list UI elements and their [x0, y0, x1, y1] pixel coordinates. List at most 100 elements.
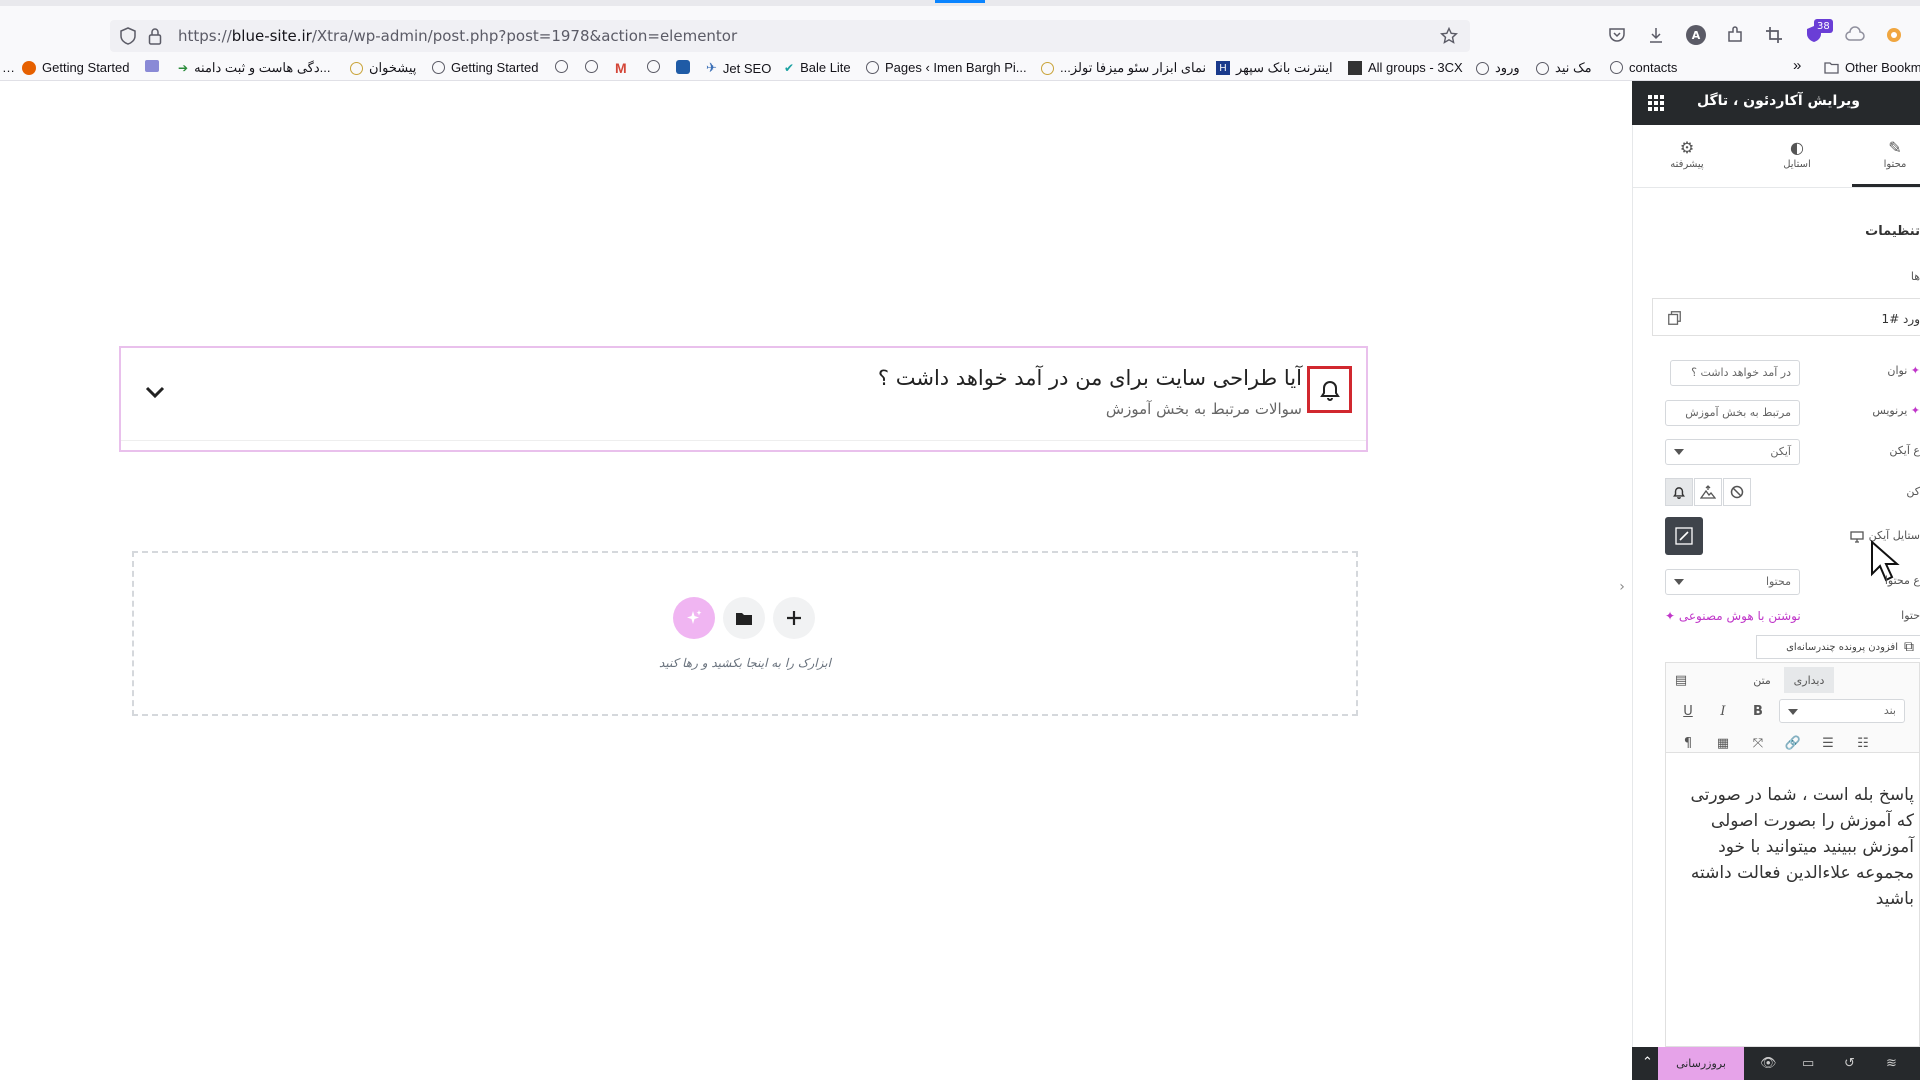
- pencil-icon: ✎: [1888, 138, 1902, 157]
- icon-choice-none[interactable]: [1723, 478, 1751, 506]
- responsive-mode-icon[interactable]: ▭: [1802, 1056, 1814, 1071]
- upload-image-icon: [1700, 485, 1716, 499]
- toolbar-toggle-icon[interactable]: ▦: [1712, 732, 1734, 754]
- format-select[interactable]: بند: [1779, 699, 1905, 723]
- bookmark-item[interactable]: ✈ Jet SEO: [706, 60, 771, 76]
- ordered-list-icon[interactable]: ☰: [1817, 732, 1839, 754]
- repeater-item-title[interactable]: ورد #1: [1882, 312, 1920, 326]
- bookmark-item[interactable]: contacts: [1610, 60, 1677, 75]
- italic-icon[interactable]: I: [1712, 700, 1734, 722]
- pocket-icon[interactable]: [1608, 26, 1626, 44]
- gear-extension-icon[interactable]: [1884, 25, 1904, 45]
- globe-icon: [432, 61, 445, 74]
- shield-icon[interactable]: [120, 27, 136, 45]
- account-avatar-icon[interactable]: A: [1686, 25, 1706, 45]
- other-bookmarks[interactable]: Other Bookm: [1824, 60, 1920, 75]
- accordion-title[interactable]: آیا طراحی سایت برای من در آمد خواهد داشت…: [878, 366, 1302, 390]
- bookmark-item[interactable]: پیشخوان: [350, 60, 416, 76]
- chevron-down-icon[interactable]: [144, 384, 166, 403]
- active-tab-indicator[interactable]: [935, 0, 985, 3]
- bullet-list-icon[interactable]: ☷: [1852, 732, 1874, 754]
- eye-icon[interactable]: 👁: [1760, 1056, 1777, 1071]
- crop-icon[interactable]: [1765, 26, 1783, 44]
- editor-tab-text[interactable]: متن: [1742, 667, 1782, 693]
- update-button[interactable]: بروزرسانی: [1658, 1047, 1744, 1080]
- bookmark-item[interactable]: All groups - 3CX: [1348, 60, 1463, 75]
- bookmark-item[interactable]: ورود: [1476, 60, 1520, 76]
- calendar-icon: [145, 60, 159, 72]
- bookmark-item[interactable]: [676, 60, 690, 74]
- extension-badge: 38: [1814, 19, 1833, 33]
- url-bar[interactable]: https://blue-site.ir/Xtra/wp-admin/post.…: [110, 20, 1470, 52]
- extensions-icon[interactable]: [1726, 26, 1744, 44]
- ai-sparkle-icon: ✦: [1665, 609, 1676, 623]
- bookmark-item[interactable]: Getting Started: [22, 60, 129, 75]
- link-icon[interactable]: 🔗: [1782, 732, 1804, 754]
- bookmark-item[interactable]: [647, 60, 660, 73]
- content-type-select[interactable]: محتوا: [1665, 569, 1800, 595]
- editor-tab-visual[interactable]: دیداری: [1784, 667, 1834, 693]
- add-section-button[interactable]: [773, 597, 815, 639]
- icon-choice-upload[interactable]: [1694, 478, 1722, 506]
- bookmark-item[interactable]: H اینترنت بانک سپهر: [1216, 60, 1333, 76]
- bell-icon: [1673, 486, 1685, 499]
- bookmarks-overflow-chevron-icon[interactable]: »: [1793, 57, 1801, 74]
- wordpress-icon: [350, 61, 363, 75]
- download-icon[interactable]: [1647, 26, 1665, 44]
- fullscreen-icon[interactable]: ⤧: [1747, 732, 1769, 754]
- panel-collapse-chevron-icon[interactable]: ›: [1612, 572, 1632, 602]
- bookmarks-overflow-left[interactable]: …: [2, 60, 15, 75]
- layers-icon[interactable]: ≋: [1886, 1056, 1897, 1071]
- duplicate-icon[interactable]: [1668, 310, 1681, 329]
- icon-type-select[interactable]: آیکن: [1665, 439, 1800, 465]
- tab-style[interactable]: ◐ استایل: [1752, 138, 1842, 170]
- widgets-grid-icon[interactable]: [1648, 95, 1664, 115]
- dropdown-caret-icon: [1674, 449, 1684, 455]
- lock-icon[interactable]: [148, 27, 162, 45]
- history-icon[interactable]: ↺: [1844, 1056, 1855, 1071]
- bookmark-item[interactable]: [145, 60, 159, 72]
- paragraph-direction-icon[interactable]: ¶: [1677, 732, 1699, 754]
- editor-clipboard-icon[interactable]: ▤: [1670, 669, 1692, 691]
- bookmark-item[interactable]: مک نید: [1536, 60, 1592, 76]
- template-library-button[interactable]: [723, 597, 765, 639]
- bold-icon[interactable]: B: [1747, 700, 1769, 722]
- ai-sparkle-icon[interactable]: ✦: [1911, 404, 1920, 417]
- ai-sparkle-button[interactable]: [673, 597, 715, 639]
- bookmark-item[interactable]: ...نمای ابزار سئو میزفا تولز: [1041, 60, 1206, 76]
- editor-content[interactable]: پاسخ بله است ، شما در صورتی که آموزش را …: [1669, 782, 1914, 912]
- bookmark-item[interactable]: Getting Started: [432, 60, 538, 75]
- panel-title: ویرایش آکاردئون ، تاگل: [1696, 93, 1860, 109]
- gmail-icon: M: [615, 60, 627, 76]
- repeater-item[interactable]: [1652, 298, 1920, 336]
- dropdown-caret-icon: [1788, 709, 1798, 715]
- icon-choice-bell[interactable]: [1665, 478, 1693, 506]
- icon-style-edit-button[interactable]: [1665, 517, 1703, 555]
- accordion-widget[interactable]: [119, 346, 1368, 452]
- accordion-subtitle: سوالات مرتبط به بخش آموزش: [1105, 400, 1302, 418]
- title-input[interactable]: در آمد خواهد داشت ؟: [1670, 360, 1800, 386]
- bookmark-star-icon[interactable]: [1440, 27, 1458, 45]
- ai-write-link[interactable]: نوشتن با هوش مصنوعی ✦: [1665, 609, 1801, 623]
- bookmark-item[interactable]: [585, 60, 598, 73]
- tab-content[interactable]: ✎ محتوا: [1850, 138, 1920, 170]
- bookmark-item[interactable]: M: [615, 60, 627, 76]
- dropzone-hint: ابزارک را به اینجا بکشید و رها کنید: [659, 656, 831, 670]
- tab-advanced[interactable]: ⚙ پیشرفته: [1642, 138, 1732, 170]
- bookmark-item[interactable]: [555, 60, 568, 73]
- subtitle-input[interactable]: مرتبط به بخش آموزش: [1665, 400, 1800, 426]
- bookmark-item[interactable]: ✔ Bale Lite: [784, 60, 851, 75]
- cloud-icon[interactable]: [1845, 26, 1865, 42]
- app-icon: [676, 60, 690, 74]
- ai-sparkle-icon[interactable]: ✦: [1911, 364, 1920, 377]
- underline-icon[interactable]: U: [1677, 700, 1699, 722]
- bookmark-item[interactable]: ➔ دگی هاست و ثبت دامنه...: [178, 60, 330, 76]
- responsive-desktop-icon[interactable]: [1850, 528, 1864, 547]
- sparkle-icon: [687, 610, 702, 624]
- firefox-icon: [22, 60, 36, 75]
- section-title[interactable]: تنظیمات: [1865, 224, 1920, 239]
- add-media-button[interactable]: ⧉ افزودن پرونده چندرسانه‌ای: [1756, 635, 1920, 659]
- bookmark-item[interactable]: Pages ‹ Imen Bargh Pi...: [866, 60, 1027, 75]
- chevron-up-icon[interactable]: ⌃: [1642, 1055, 1653, 1070]
- accordion-bell-icon[interactable]: [1307, 366, 1352, 413]
